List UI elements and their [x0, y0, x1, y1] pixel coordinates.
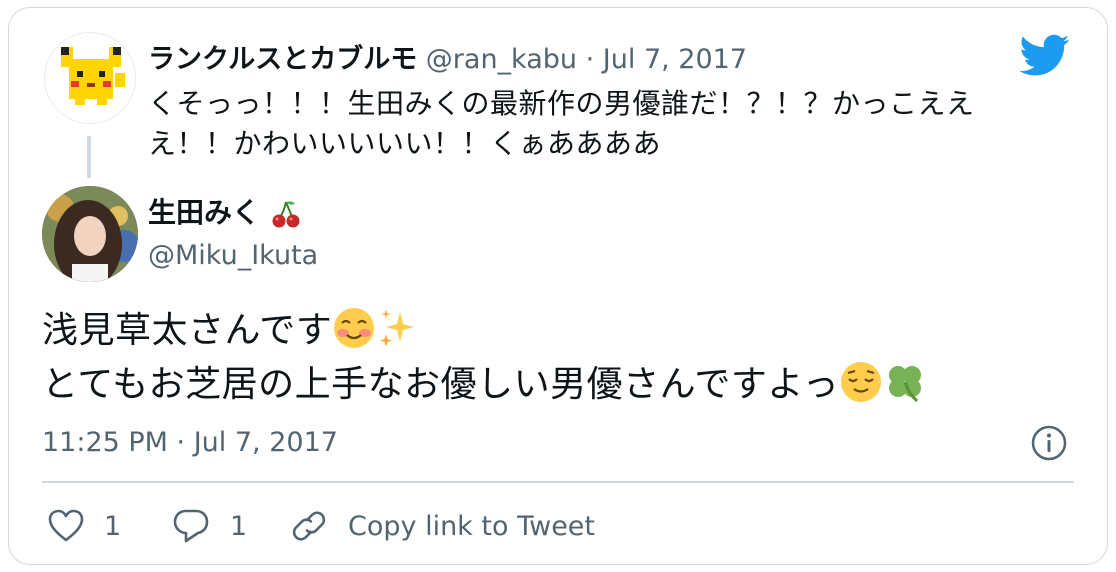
tweet-line-1: 浅見草太さんです [42, 304, 1082, 358]
relieved-face-emoji [841, 362, 882, 402]
reply-author-handle[interactable]: @ran_kabu [426, 44, 577, 75]
separator-dot: · [585, 44, 603, 75]
tweet-text: 浅見草太さんです とてもお芝居の上手なお優しい男優さんですよっ [42, 304, 1082, 412]
smiling-blush-emoji [334, 308, 375, 348]
reply-date[interactable]: Jul 7, 2017 [603, 44, 747, 75]
info-icon[interactable] [1030, 424, 1068, 462]
heart-icon [48, 509, 84, 542]
copy-link-label: Copy link to Tweet [348, 510, 596, 542]
reply-tweet-text: くそっっ！！！生田みくの最新作の男優誰だ！？！？かっこえええ！！かわいいいいい！… [148, 87, 975, 160]
like-count: 1 [104, 510, 122, 542]
reply-count: 1 [230, 510, 248, 542]
reply-header: ランクルスとカブルモ @ran_kabu · Jul 7, 2017 [148, 42, 747, 78]
reply-button[interactable]: 1 [172, 504, 247, 548]
cherry-icon [272, 201, 300, 228]
thread-connector-line [87, 136, 91, 178]
copy-link-button[interactable]: Copy link to Tweet [290, 504, 595, 548]
author-name[interactable]: 生田みく [148, 196, 260, 229]
author-handle[interactable]: @Miku_Ikuta [148, 238, 318, 274]
link-icon [292, 511, 326, 541]
reply-author-name[interactable]: ランクルスとカブルモ [148, 44, 417, 75]
tweet-line-1-text: 浅見草太さんです [42, 310, 333, 351]
author-avatar[interactable] [42, 186, 138, 282]
author-name-row[interactable]: 生田みく [148, 194, 302, 232]
reply-author-avatar[interactable] [44, 32, 136, 124]
pikachu-pixel-icon [61, 47, 125, 105]
actions-divider [42, 481, 1074, 483]
author-photo [42, 186, 138, 282]
reply-icon [173, 509, 209, 543]
twitter-bird-icon[interactable] [1017, 30, 1073, 80]
tweet-timestamp[interactable]: 11:25 PM · Jul 7, 2017 [42, 424, 338, 462]
tweet-line-2-text: とてもお芝居の上手なお優しい男優さんですよっ [42, 364, 840, 405]
like-button[interactable]: 1 [48, 504, 121, 548]
tweet-line-2: とてもお芝居の上手なお優しい男優さんですよっ [42, 358, 1082, 412]
four-leaf-clover-emoji [889, 366, 922, 403]
sparkles-emoji [380, 309, 415, 347]
